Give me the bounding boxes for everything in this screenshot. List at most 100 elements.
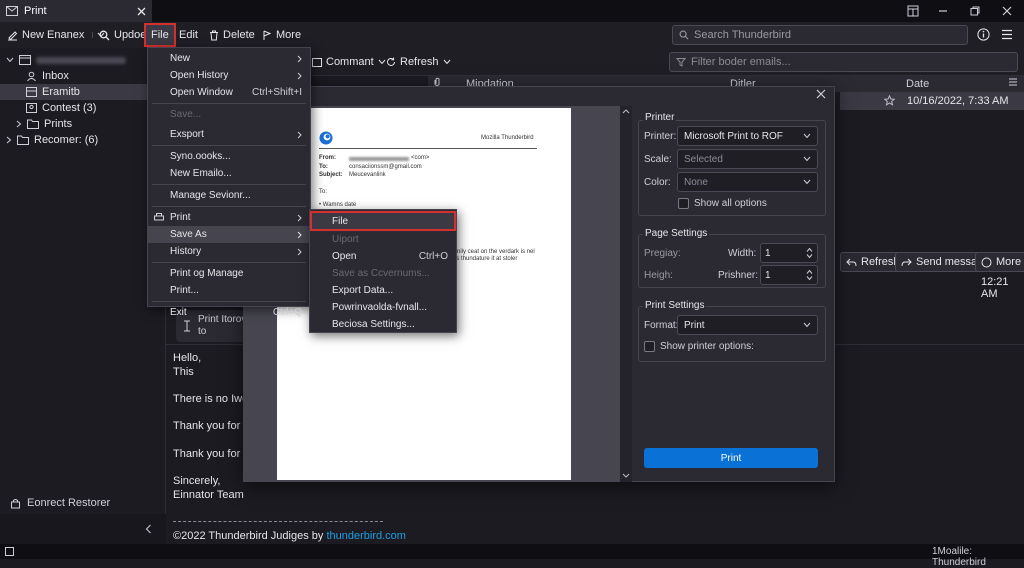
chevron-right-icon bbox=[16, 120, 22, 128]
collapse-sidebar-button[interactable] bbox=[0, 514, 166, 544]
preview-to2: To: bbox=[319, 189, 328, 195]
column-date[interactable]: Date bbox=[906, 78, 929, 90]
scroll-up-icon[interactable] bbox=[622, 109, 630, 114]
folder-icon bbox=[27, 119, 39, 129]
menu-label: New bbox=[170, 53, 191, 64]
width-spinner[interactable]: 1 bbox=[760, 243, 818, 263]
close-dialog-icon[interactable] bbox=[816, 89, 826, 99]
refresh-list-button[interactable]: Refresh bbox=[386, 56, 451, 68]
color-select[interactable]: None bbox=[677, 172, 818, 192]
close-tab-icon[interactable] bbox=[137, 7, 146, 16]
comment-button[interactable]: Commant bbox=[312, 56, 386, 68]
status-text: 1Moalile: Thunderbird bbox=[932, 546, 986, 568]
menu-item-save-as[interactable]: Save As bbox=[148, 226, 310, 243]
spinner-arrows-icon[interactable] bbox=[806, 247, 813, 259]
folder-label: Prints bbox=[44, 118, 73, 130]
menu-item-print-manage[interactable]: Print og Manage bbox=[148, 265, 310, 282]
prishner-value: 1 bbox=[765, 269, 771, 281]
minimize-icon[interactable] bbox=[926, 0, 960, 22]
submenu-arrow-icon bbox=[297, 231, 302, 239]
submenu-arrow-icon bbox=[297, 214, 302, 222]
sidebar-footer-item[interactable]: Eonrect Restorer bbox=[0, 492, 166, 514]
menu-separator bbox=[152, 301, 306, 302]
search-icon bbox=[99, 30, 110, 41]
submenu-arrow-icon bbox=[297, 55, 302, 63]
height-label: Heigh: bbox=[644, 270, 673, 281]
menu-label: History bbox=[170, 246, 202, 257]
mail-icon bbox=[6, 6, 18, 16]
sidebar-item-inbox[interactable]: Inbox bbox=[0, 68, 166, 84]
message-row[interactable]: 10/16/2022, 7:33 AM bbox=[840, 92, 1024, 110]
menu-item-open-history[interactable]: Open History bbox=[148, 67, 310, 84]
menu-item-history[interactable]: History bbox=[148, 243, 310, 260]
menu-label: Syno.oooks... bbox=[170, 151, 231, 162]
menu-item-exit[interactable]: Exit Ctrl+Q bbox=[148, 304, 310, 321]
print-button[interactable]: Print bbox=[644, 448, 818, 468]
scale-select[interactable]: Selected bbox=[677, 149, 818, 169]
submenu-item-file[interactable]: File bbox=[310, 211, 456, 231]
tab-print[interactable]: Print bbox=[0, 0, 152, 22]
menu-item-sync-books[interactable]: Syno.oooks... bbox=[148, 148, 310, 165]
restore-icon[interactable] bbox=[958, 0, 992, 22]
info-icon[interactable] bbox=[977, 28, 990, 41]
submenu-item-open[interactable]: Open Ctrl+O bbox=[310, 248, 456, 265]
menu-item-new[interactable]: New bbox=[148, 50, 310, 67]
preview-bullet: • Wamns date bbox=[319, 202, 357, 208]
more-message-button[interactable]: More bbox=[975, 252, 1024, 272]
column-picker-icon[interactable] bbox=[1008, 77, 1018, 87]
sidebar-item-eramitb[interactable]: Eramitb bbox=[0, 84, 166, 100]
star-icon[interactable] bbox=[884, 95, 895, 106]
app-menu-icon[interactable] bbox=[896, 0, 930, 22]
close-window-icon[interactable] bbox=[990, 0, 1024, 22]
preview-scrollbar[interactable] bbox=[620, 106, 632, 482]
menu-item-new-email[interactable]: New Emailo... bbox=[148, 165, 310, 182]
sidebar-item-contest[interactable]: Contest (3) bbox=[0, 100, 166, 116]
spinner-arrows-icon[interactable] bbox=[806, 269, 813, 281]
search-input[interactable]: Search Thunderbird bbox=[672, 25, 968, 45]
submenu-item-beciosa-settings[interactable]: Beciosa Settings... bbox=[310, 316, 456, 333]
menu-separator bbox=[152, 206, 306, 207]
new-message-button[interactable]: New Enanex bbox=[4, 24, 108, 46]
hamburger-menu-icon[interactable] bbox=[1001, 29, 1013, 40]
account-row[interactable] bbox=[0, 52, 166, 68]
show-all-options-checkbox[interactable]: Show all options bbox=[678, 198, 767, 209]
sidebar-item-prints[interactable]: Prints bbox=[0, 116, 166, 132]
format-select[interactable]: Print bbox=[677, 315, 818, 335]
more-button[interactable]: More bbox=[259, 24, 304, 46]
menu-item-print[interactable]: Print bbox=[148, 209, 310, 226]
delete-button[interactable]: Delete bbox=[206, 24, 258, 46]
more-circle-icon bbox=[981, 257, 992, 268]
prishner-label: Prishner: bbox=[718, 270, 759, 281]
quick-filter-input[interactable]: Filter boder emails... bbox=[669, 52, 1018, 72]
footer-label: Eonrect Restorer bbox=[27, 497, 111, 509]
message-time: 12:21 AM bbox=[981, 276, 1009, 300]
show-printer-options-checkbox[interactable]: Show printer options: bbox=[644, 341, 754, 352]
preview-snippet1: rnily ceat on the verdark is nel bbox=[455, 249, 535, 255]
submenu-item-powrinvaolda[interactable]: Powrinvaolda-fvnall... bbox=[310, 299, 456, 316]
checkbox-box[interactable] bbox=[678, 198, 689, 209]
status-bar: 1Moalile: Thunderbird bbox=[0, 544, 1024, 568]
submenu-item-export-data[interactable]: Export Data... bbox=[310, 282, 456, 299]
menu-label: New Emailo... bbox=[170, 168, 232, 179]
sidebar-item-recomer[interactable]: Recomer: (6) bbox=[0, 132, 166, 148]
scroll-down-icon[interactable] bbox=[622, 473, 630, 478]
menu-item-export[interactable]: Exsport bbox=[148, 126, 310, 143]
menu-label: Beciosa Settings... bbox=[332, 319, 415, 330]
checkbox-box[interactable] bbox=[644, 341, 655, 352]
edit-button[interactable]: Edit bbox=[176, 24, 201, 46]
file-menu: New Open History Open Window Ctrl+Shift+I… bbox=[147, 47, 311, 318]
folder-icon bbox=[312, 57, 322, 67]
menu-item-open-window[interactable]: Open Window Ctrl+Shift+I bbox=[148, 84, 310, 101]
chevron-down-icon bbox=[803, 322, 811, 328]
menu-item-print-dots[interactable]: Print... bbox=[148, 282, 310, 299]
folder-label: Eramitb bbox=[42, 86, 80, 98]
printer-select[interactable]: Microsoft Print to ROF bbox=[677, 126, 818, 146]
prishner-spinner[interactable]: 1 bbox=[760, 265, 818, 285]
comment-label: Commant bbox=[326, 56, 374, 68]
footer-link[interactable]: thunderbird.com bbox=[326, 530, 406, 542]
printer-value: Microsoft Print to ROF bbox=[684, 130, 783, 142]
preview-brand: Mozilla Thunderbird bbox=[481, 135, 534, 141]
file-menu-button[interactable]: File bbox=[144, 23, 176, 47]
menu-item-manage-sessions[interactable]: Manage Sevionr... bbox=[148, 187, 310, 204]
chevron-down-icon bbox=[803, 156, 811, 162]
